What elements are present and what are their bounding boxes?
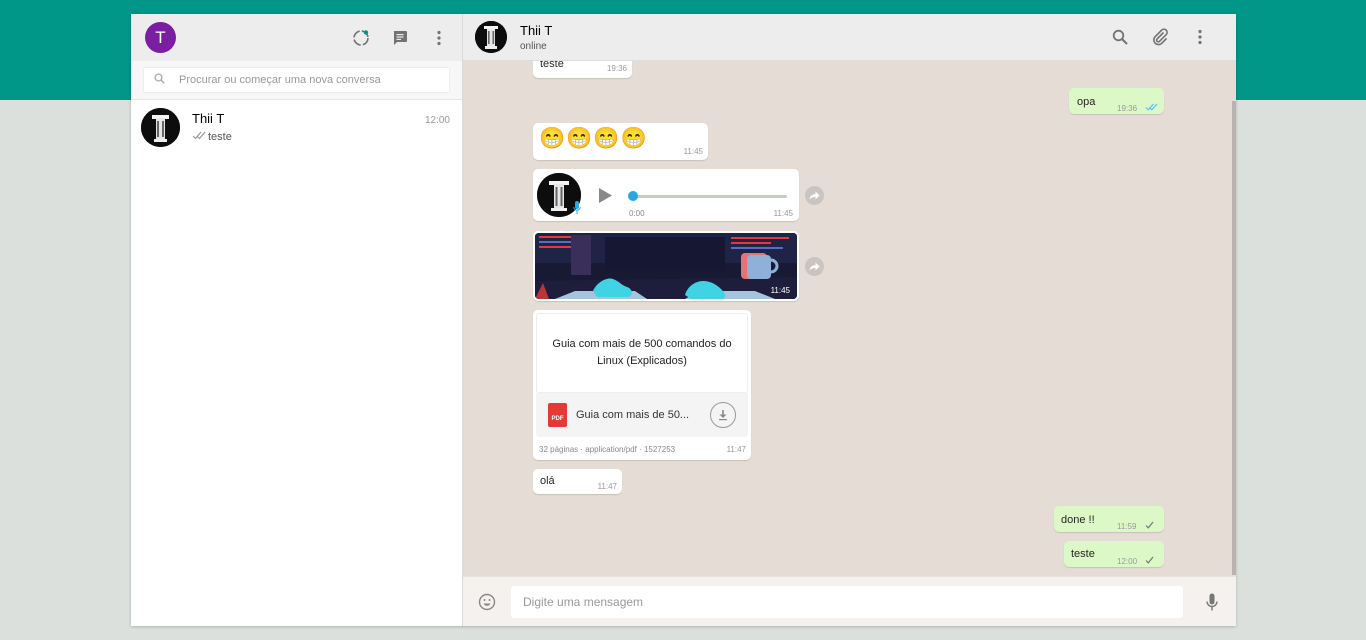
incoming-document-message[interactable]: Guia com mais de 500 comandos do Linux (… (533, 310, 751, 460)
contact-avatar (141, 107, 180, 147)
sidebar: T Procurar ou começar uma nova conversa … (131, 14, 463, 626)
sidebar-header: T (131, 14, 462, 61)
microphone-icon (573, 201, 581, 218)
message-time: 11:45 (683, 147, 703, 156)
conversation-actions (1111, 28, 1209, 46)
message-text: done !! (1061, 514, 1095, 526)
contact-name: Thii T (520, 22, 553, 38)
forward-icon[interactable] (805, 257, 824, 276)
chat-name: Thii T (192, 111, 225, 126)
forward-icon[interactable] (805, 186, 824, 205)
audio-seek-handle[interactable] (628, 191, 638, 201)
message-text: teste (540, 61, 564, 70)
message-time: 11:59 (1117, 522, 1137, 531)
document-preview-title: Guia com mais de 500 comandos do Linux (… (552, 338, 732, 367)
document-file-name: Guia com mais de 50... (576, 409, 690, 421)
contact-info[interactable]: Thii T online (520, 23, 552, 52)
message-time: 11:45 (770, 286, 790, 295)
new-chat-icon[interactable] (391, 29, 409, 47)
message-time: 19:36 (1117, 104, 1138, 113)
incoming-audio-message[interactable]: 0:00 11:45 (533, 169, 799, 221)
document-file-row[interactable]: PDF Guia com mais de 50... (536, 393, 748, 437)
search-box (143, 67, 450, 93)
message-time: 12:00 (1117, 557, 1138, 566)
microphone-icon[interactable] (1203, 593, 1221, 611)
contact-avatar[interactable] (475, 21, 507, 53)
read-ticks-icon (192, 131, 206, 143)
message-list[interactable]: teste 19:36 opa 19:36 😁😁😁😁 11:45 0:00 11… (463, 61, 1236, 576)
menu-icon[interactable] (430, 29, 448, 47)
incoming-image-message[interactable]: 11:45 (533, 231, 799, 301)
search-input[interactable] (179, 74, 439, 86)
image-thumbnail[interactable]: 11:45 (535, 233, 797, 299)
message-composer (463, 576, 1236, 626)
search-icon[interactable] (1111, 28, 1129, 46)
outgoing-message[interactable]: done !! 11:59 (1054, 506, 1164, 532)
message-text: olá (540, 475, 555, 487)
scrollbar[interactable] (1232, 101, 1236, 575)
incoming-message[interactable]: 😁😁😁😁 11:45 (533, 123, 708, 160)
emoji-message: 😁😁😁😁 (539, 127, 648, 150)
conversation-panel: Thii T online teste 19:36 opa 19:36 😁😁😁😁… (463, 14, 1236, 626)
message-time: 11:47 (726, 445, 746, 454)
sent-tick-icon (1145, 555, 1154, 567)
chat-list-item[interactable]: Thii T 12:00 teste (131, 100, 462, 154)
search-icon (154, 71, 165, 89)
chat-last-message: teste (208, 131, 232, 143)
message-text: opa (1077, 96, 1096, 108)
message-time: 11:47 (597, 482, 617, 491)
outgoing-message[interactable]: teste 12:00 (1064, 541, 1164, 567)
document-preview[interactable]: Guia com mais de 500 comandos do Linux (… (536, 313, 748, 393)
read-ticks-icon (1145, 102, 1158, 114)
menu-icon[interactable] (1191, 28, 1209, 46)
message-input[interactable] (511, 585, 1183, 618)
chat-time: 12:00 (424, 115, 450, 126)
contact-status: online (520, 40, 547, 52)
download-icon[interactable] (710, 402, 736, 428)
audio-elapsed: 0:00 (629, 209, 645, 218)
emoji-icon[interactable] (478, 593, 496, 611)
sent-tick-icon (1145, 520, 1154, 532)
whatsapp-web-app: T Procurar ou começar uma nova conversa … (131, 14, 1236, 626)
my-avatar[interactable]: T (145, 22, 176, 53)
message-text: teste (1071, 548, 1095, 560)
incoming-message[interactable]: olá 11:47 (533, 469, 622, 494)
message-time: 19:36 (606, 64, 627, 73)
status-icon[interactable] (352, 29, 370, 47)
document-meta: 32 páginas · application/pdf · 1527253 (539, 445, 676, 454)
pdf-file-icon: PDF (548, 403, 567, 427)
message-time: 11:45 (773, 209, 793, 218)
play-icon[interactable] (598, 187, 613, 207)
conversation-header: Thii T online (463, 14, 1236, 61)
outgoing-message[interactable]: opa 19:36 (1069, 88, 1164, 114)
incoming-message[interactable]: teste 19:36 (533, 61, 632, 78)
search-bar (131, 61, 462, 100)
attach-icon[interactable] (1151, 28, 1169, 46)
audio-seek-bar[interactable] (631, 195, 787, 198)
sidebar-actions (352, 29, 448, 47)
